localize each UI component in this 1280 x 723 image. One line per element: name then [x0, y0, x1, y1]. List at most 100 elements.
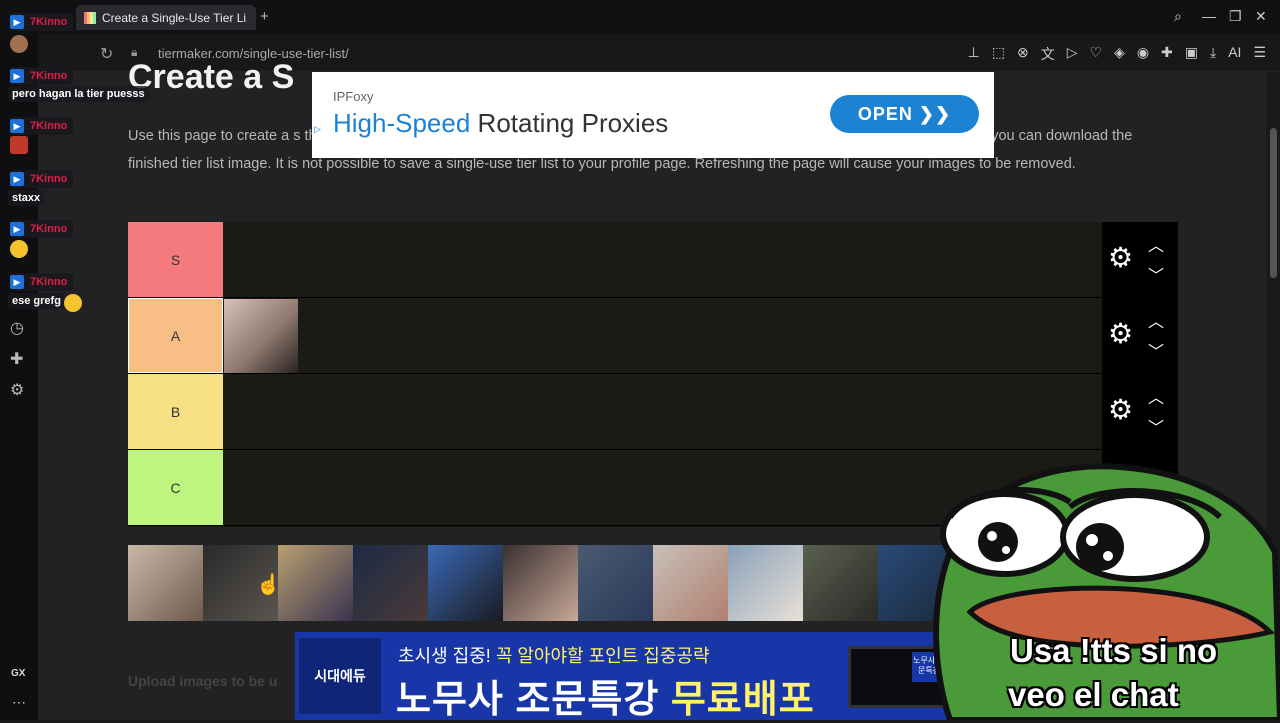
extension-a-icon[interactable]: ◈ [1114, 44, 1125, 64]
pool-image[interactable] [278, 545, 353, 621]
chat-username: 7Kinno [30, 223, 68, 235]
tier-label-b[interactable]: B [128, 374, 223, 449]
minimize-icon[interactable]: — [1202, 8, 1216, 24]
ad-sub-yellow: 꼭 알아야할 포인트 집중공략 [495, 646, 710, 666]
chat-user: ▶ 7Kinno [10, 67, 74, 85]
pool-image[interactable] [728, 545, 803, 621]
chat-username: 7Kinno [30, 276, 68, 288]
ad-main-white: 노무사 조문특강 [396, 679, 671, 721]
tab-title: Create a Single-Use Tier Li [102, 10, 247, 25]
mouse-cursor-icon: ☝ [256, 574, 281, 596]
tier-row-s: S ⚙ ︿ ﹀ [128, 222, 1178, 298]
play-icon[interactable]: ▷ [1067, 44, 1078, 64]
ad-headline: High-Speed Rotating Proxies [333, 108, 668, 139]
tier-label-c[interactable]: C [128, 450, 223, 525]
twitch-icon: ▶ [10, 69, 24, 83]
ad-brand: IPFoxy [333, 89, 374, 104]
twitch-icon: ▶ [10, 119, 24, 133]
pool-image[interactable] [128, 545, 203, 621]
chat-username: 7Kinno [30, 16, 68, 28]
reload-icon[interactable]: ↻ [100, 44, 113, 64]
tier-item-image[interactable] [224, 299, 298, 373]
active-tab[interactable]: Create a Single-Use Tier Li [76, 5, 256, 30]
chevron-up-icon[interactable]: ︿ [1148, 232, 1164, 256]
tiermaker-favicon-icon [84, 11, 96, 24]
chevron-up-icon[interactable]: ︿ [1148, 384, 1164, 408]
chat-username: 7Kinno [30, 70, 68, 82]
pool-image[interactable] [428, 545, 503, 621]
menu-icon[interactable]: ☰ [1253, 44, 1266, 64]
pool-image[interactable] [353, 545, 428, 621]
ad-headline-rest: Rotating Proxies [470, 108, 669, 138]
tier-controls: ⚙ ︿ ﹀ [1102, 298, 1178, 374]
toolbar-icons: ⊥ ⬚ ⊗ 文 ▷ ♡ ◈ ◉ ✚ ▣ ⤓ AI ☰ [968, 44, 1266, 64]
extensions-icon[interactable]: ✚ [1161, 44, 1173, 64]
emote-icon [10, 35, 28, 53]
ad-info-icon[interactable]: ▷ [314, 124, 321, 135]
tier-controls: ⚙ ︿ ﹀ [1102, 374, 1178, 450]
chevron-down-icon[interactable]: ﹀ [1148, 414, 1164, 438]
emote-icon [10, 240, 28, 258]
screenshot-icon[interactable]: ⬚ [992, 44, 1005, 64]
wallet-icon[interactable]: ▣ [1185, 44, 1198, 64]
emote-icon [64, 294, 82, 312]
chevron-down-icon[interactable]: ﹀ [1148, 262, 1164, 286]
emote-icon [10, 136, 28, 154]
gx-label[interactable]: GX [11, 668, 25, 679]
close-icon[interactable]: ✕ [1255, 8, 1267, 25]
maximize-icon[interactable]: ❐ [1229, 8, 1242, 25]
chat-user: ▶ 7Kinno [10, 13, 74, 31]
tier-row-a: A ⚙ ︿ ﹀ [128, 298, 1178, 374]
twitch-icon: ▶ [10, 222, 24, 236]
new-tab-button[interactable]: + [260, 8, 269, 25]
history-icon[interactable]: ◷ [10, 318, 24, 338]
ad-headline-highlight: High-Speed [333, 108, 471, 138]
chat-username: 7Kinno [30, 173, 68, 185]
twitch-icon: ▶ [10, 275, 24, 289]
chat-username: 7Kinno [30, 120, 68, 132]
ad-main-headline: 노무사 조문특강 무료배포 [396, 668, 815, 723]
chat-user: ▶ 7Kinno [10, 273, 74, 291]
heart-icon[interactable]: ♡ [1089, 44, 1102, 64]
ad-sub-white: 초시생 집중! [398, 646, 496, 666]
tier-label-s[interactable]: S [128, 222, 223, 297]
overlay-caption-line2: veo el chat [1008, 676, 1179, 713]
more-icon[interactable]: ⋯ [12, 694, 26, 711]
download-icon[interactable]: ⤓ [1210, 44, 1216, 64]
extension-b-icon[interactable]: ◉ [1137, 44, 1149, 64]
settings-icon[interactable]: ⚙ [10, 380, 24, 400]
chevron-down-icon[interactable]: ﹀ [1148, 338, 1164, 362]
pool-image[interactable] [578, 545, 653, 621]
chat-message: staxx [8, 190, 45, 206]
chat-user: ▶ 7Kinno [10, 220, 74, 238]
chat-message: pero hagan la tier puesss [8, 86, 149, 102]
tier-controls: ⚙ ︿ ﹀ [1102, 222, 1178, 298]
pool-image[interactable] [803, 545, 878, 621]
overlay-caption-line1: Usa !tts si no [1010, 632, 1218, 669]
search-icon[interactable]: ⌕ [1174, 8, 1182, 25]
extensions-sidebar-icon[interactable]: ✚ [10, 349, 23, 369]
page-title: Create a S [128, 58, 295, 96]
ad-logo: 시대에듀 [299, 638, 381, 714]
chat-message: ese grefg [8, 293, 65, 309]
chat-user: ▶ 7Kinno [10, 170, 74, 188]
ai-button[interactable]: AI [1228, 44, 1241, 64]
scrollbar-thumb[interactable] [1270, 128, 1277, 278]
gear-icon[interactable]: ⚙ [1108, 396, 1133, 424]
gear-icon[interactable]: ⚙ [1108, 244, 1133, 272]
twitch-icon: ▶ [10, 15, 24, 29]
upload-label: Upload images to be u [128, 673, 278, 689]
chat-user: ▶ 7Kinno [10, 117, 74, 135]
pool-image[interactable] [503, 545, 578, 621]
pin-icon[interactable]: ⊥ [968, 44, 980, 64]
twitch-icon: ▶ [10, 172, 24, 186]
translate-icon[interactable]: 文 [1041, 44, 1055, 64]
adblock-icon[interactable]: ⊗ [1017, 44, 1029, 64]
gear-icon[interactable]: ⚙ [1108, 320, 1133, 348]
ad-main-yellow: 무료배포 [670, 679, 815, 721]
pool-image[interactable] [653, 545, 728, 621]
ad-subheadline: 초시생 집중! 꼭 알아야할 포인트 집중공략 [398, 642, 710, 668]
ad-open-button[interactable]: OPEN ❯❯ [830, 95, 979, 133]
tier-label-a[interactable]: A [128, 298, 223, 373]
chevron-up-icon[interactable]: ︿ [1148, 308, 1164, 332]
